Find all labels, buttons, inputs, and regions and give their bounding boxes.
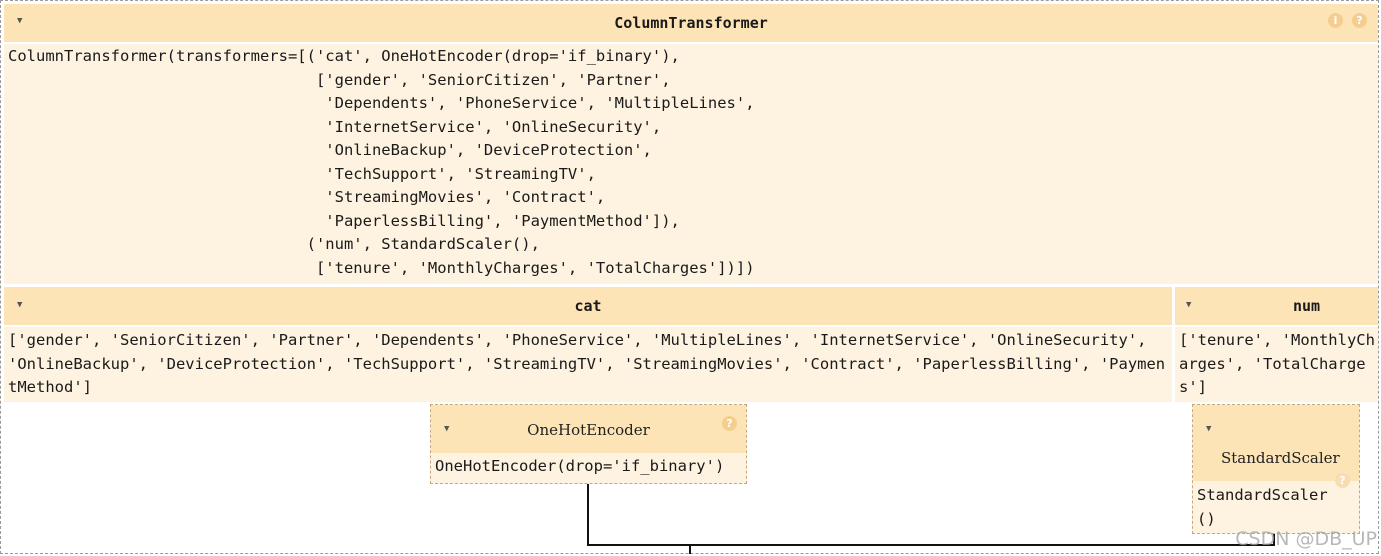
connector-line [587,484,589,546]
num-columns-list: ['tenure', 'MonthlyCharges', 'TotalCharg… [1175,327,1378,402]
help-icon[interactable]: ? [1352,13,1367,28]
cat-title: cat [574,297,602,315]
num-header[interactable]: ▼ num [1175,287,1378,325]
column-transformer-title: ColumnTransformer [614,14,768,32]
collapse-triangle-icon[interactable]: ▼ [1186,300,1191,310]
cat-header[interactable]: ▼ cat [4,287,1172,325]
standard-scaler-repr: StandardScaler() [1197,486,1328,528]
watermark: CSDN @DB_UP [1235,528,1377,550]
standard-scaler-box[interactable]: ▼ StandardScaler ? StandardScaler() [1192,404,1360,534]
info-icon[interactable]: i [1328,13,1343,28]
standard-scaler-header[interactable]: ▼ StandardScaler [1193,405,1359,481]
column-transformer-header[interactable]: ▼ ColumnTransformer i ? [4,4,1378,42]
connector-line [689,546,691,554]
onehot-encoder-box[interactable]: ▼ OneHotEncoder ? OneHotEncoder(drop='if… [430,404,747,484]
cat-columns-list: ['gender', 'SeniorCitizen', 'Partner', '… [4,327,1172,402]
column-transformer-repr: ColumnTransformer(transformers=[('cat', … [4,44,1378,284]
collapse-triangle-icon[interactable]: ▼ [1206,424,1211,434]
standard-scaler-title: StandardScaler [1221,449,1340,467]
onehot-encoder-header[interactable]: ▼ OneHotEncoder ? [431,405,746,453]
help-icon[interactable]: ? [722,416,737,431]
onehot-encoder-title: OneHotEncoder [527,421,650,439]
num-title: num [1292,297,1321,315]
onehot-encoder-repr: OneHotEncoder(drop='if_binary') [435,457,725,475]
